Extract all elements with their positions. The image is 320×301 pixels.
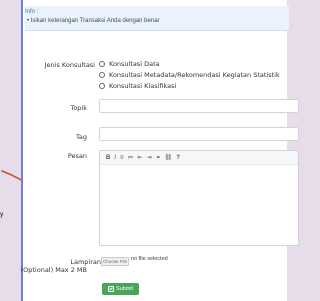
radio-label: Konsultasi Klasifikasi <box>109 82 177 90</box>
radio-button[interactable] <box>99 72 105 78</box>
editor-toolbar: B I ≡ ≔ ⇤ ⇥ ⚭ ⛓ ? <box>100 151 298 165</box>
ordered-list-icon[interactable]: ≔ <box>128 155 134 161</box>
info-box: Info : • Isikan keterangan Transaksi And… <box>25 6 289 31</box>
indent-icon[interactable]: ⇥ <box>147 155 152 161</box>
radio-option-data[interactable]: Konsultasi Data <box>99 60 160 68</box>
jenis-konsultasi-label: Jenis Konsultasi <box>44 61 95 69</box>
pesan-editor[interactable]: B I ≡ ≔ ⇤ ⇥ ⚭ ⛓ ? <box>99 150 299 246</box>
radio-label: Konsultasi Data <box>109 60 160 68</box>
submit-button[interactable]: Submit <box>102 283 139 295</box>
topik-label: Topik <box>70 104 87 112</box>
tag-input[interactable] <box>99 127 299 141</box>
edge-letter: y <box>0 212 4 218</box>
form-card: Info : • Isikan keterangan Transaksi And… <box>21 0 299 301</box>
info-text: • Isikan keterangan Transaksi Anda denga… <box>27 18 160 24</box>
unordered-list-icon[interactable]: ≡ <box>120 155 124 161</box>
radio-button[interactable] <box>99 83 105 89</box>
italic-button[interactable]: I <box>114 155 116 161</box>
outdent-icon[interactable]: ⇤ <box>138 155 143 161</box>
pesan-label: Pesan <box>67 152 87 160</box>
radio-label: Konsultasi Metadata/Rekomendasi Kegiatan… <box>109 71 280 79</box>
radio-option-metadata[interactable]: Konsultasi Metadata/Rekomendasi Kegiatan… <box>99 71 280 79</box>
tag-label: Tag <box>75 133 87 141</box>
radio-button[interactable] <box>99 61 105 67</box>
file-status: no file selected <box>131 256 168 262</box>
info-title: Info : <box>25 9 39 15</box>
lampiran-sublabel: (Optional) Max 2 MB <box>20 266 87 274</box>
link-icon[interactable]: ⚭ <box>156 155 161 161</box>
bold-button[interactable]: B <box>106 155 110 161</box>
help-icon[interactable]: ? <box>176 155 180 161</box>
topik-input[interactable] <box>99 99 299 113</box>
choose-file-button[interactable]: Choose File <box>101 257 129 266</box>
radio-option-klasifikasi[interactable]: Konsultasi Klasifikasi <box>99 82 176 90</box>
submit-label: Submit <box>115 286 134 292</box>
check-icon <box>107 286 114 292</box>
lampiran-label: Lampiran <box>70 258 101 266</box>
unlink-icon[interactable]: ⛓ <box>165 155 173 161</box>
